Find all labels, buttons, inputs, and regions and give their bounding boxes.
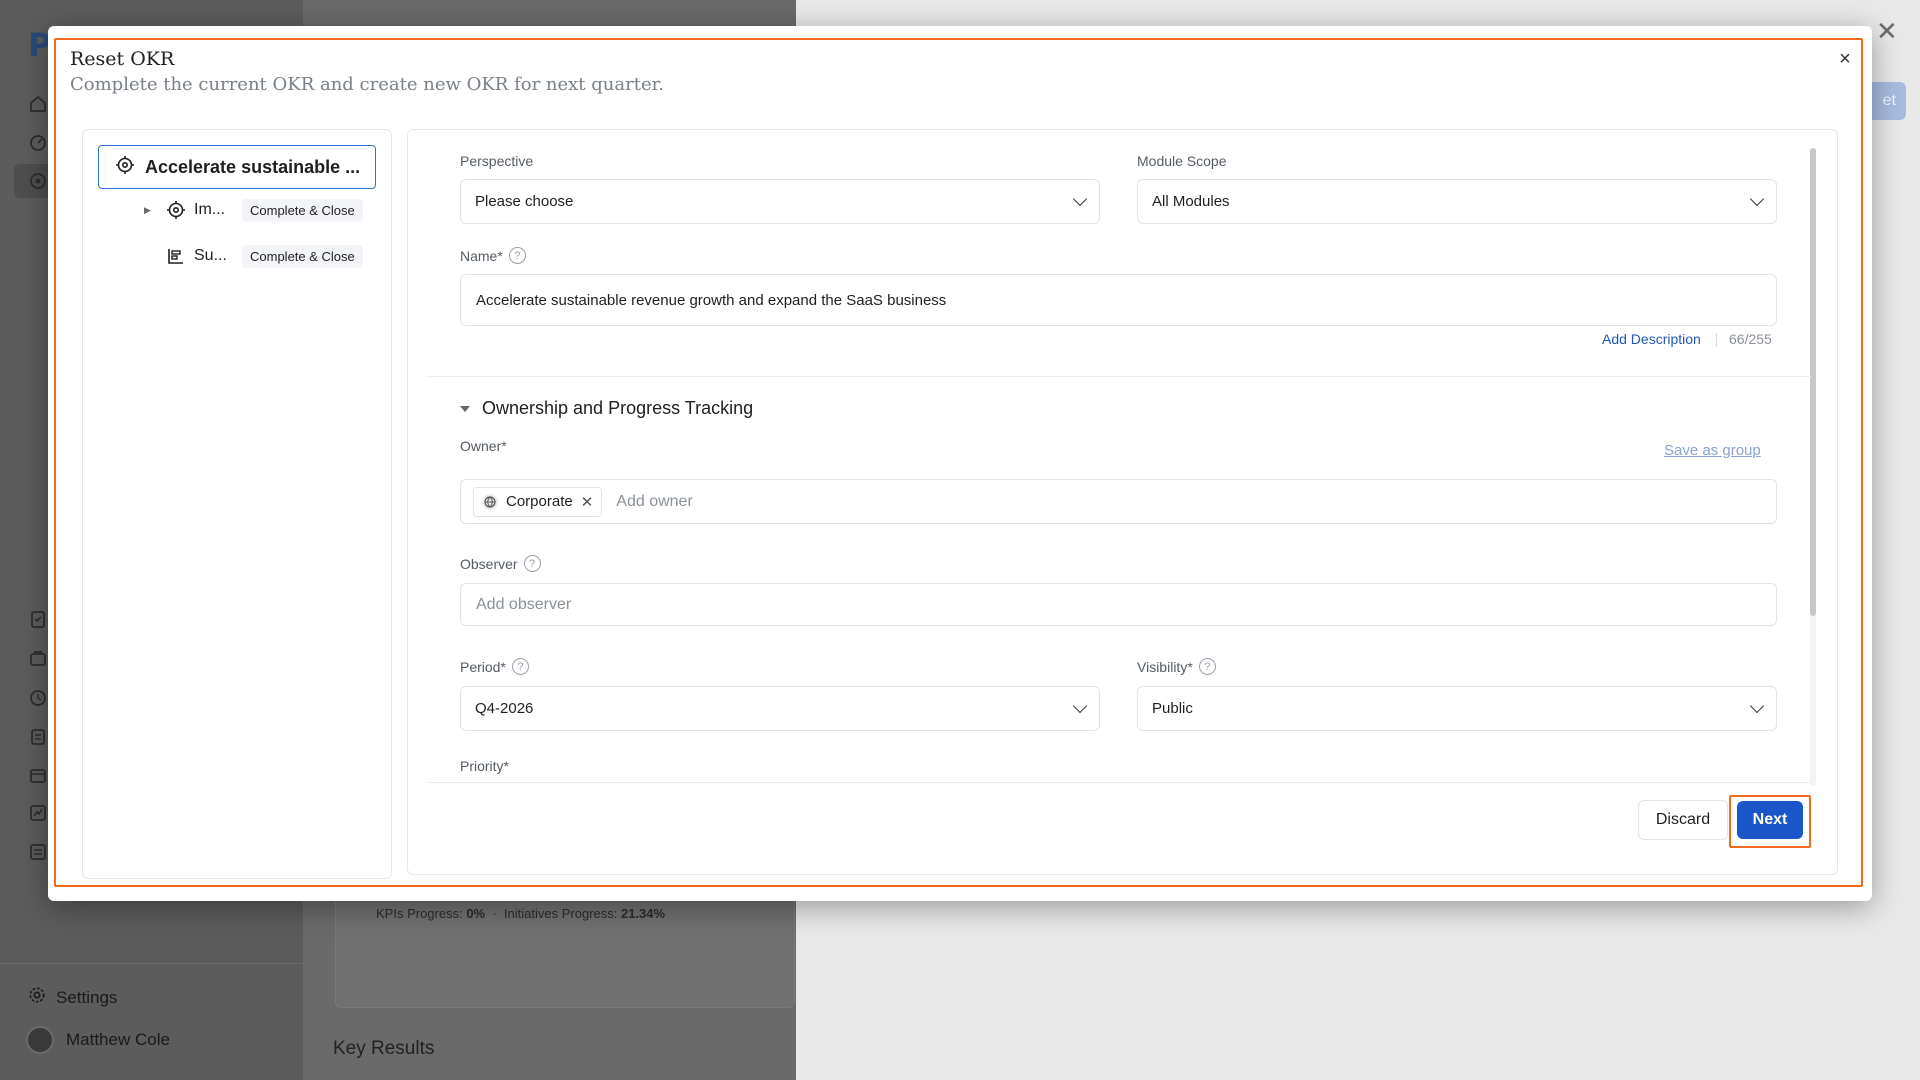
dashboard-icon[interactable] xyxy=(28,132,48,152)
analytics-icon[interactable] xyxy=(28,803,48,823)
visibility-value: Public xyxy=(1152,700,1193,717)
tree-child-item[interactable]: ▶ Su... Complete & Close xyxy=(144,242,363,270)
tree-child-item[interactable]: ▶ Im... Complete & Close xyxy=(144,196,363,224)
name-value: Accelerate sustainable revenue growth an… xyxy=(476,291,947,309)
perspective-value: Please choose xyxy=(475,193,574,210)
next-button[interactable]: Next xyxy=(1737,801,1803,839)
help-icon[interactable]: ? xyxy=(511,658,529,675)
avatar xyxy=(26,1026,54,1054)
visibility-select[interactable]: Public xyxy=(1137,686,1777,731)
name-label: Name* ? xyxy=(460,247,526,264)
chevron-down-icon xyxy=(1749,191,1765,207)
period-select[interactable]: Q4-2026 xyxy=(460,686,1100,731)
owner-placeholder: Add owner xyxy=(616,492,693,510)
owner-chip: Corporate ✕ xyxy=(473,486,603,517)
perspective-select[interactable]: Please choose xyxy=(460,179,1100,224)
sidebar-settings[interactable]: Settings xyxy=(28,986,117,1009)
sidebar-user[interactable]: Matthew Cole xyxy=(26,1026,170,1054)
user-name: Matthew Cole xyxy=(66,1030,170,1049)
module-scope-value: All Modules xyxy=(1152,193,1230,210)
sidebar-divider xyxy=(0,963,303,964)
complete-close-tag[interactable]: Complete & Close xyxy=(242,244,363,268)
save-as-group-link[interactable]: Save as group xyxy=(1664,442,1761,459)
name-input[interactable]: Accelerate sustainable revenue growth an… xyxy=(460,274,1777,326)
remove-chip-icon[interactable]: ✕ xyxy=(581,493,594,511)
modal-title: Reset OKR xyxy=(70,48,175,70)
target-icon xyxy=(115,155,135,180)
caret-right-icon[interactable]: ▶ xyxy=(144,205,154,216)
owner-label: Owner* xyxy=(460,438,507,454)
chart-list-icon xyxy=(166,246,186,266)
home-icon[interactable] xyxy=(28,94,48,114)
module-scope-label: Module Scope xyxy=(1137,153,1227,169)
modal-close-icon[interactable]: × xyxy=(1834,48,1856,70)
list-icon[interactable] xyxy=(28,842,48,862)
section-divider xyxy=(426,376,1811,377)
scrollbar-thumb[interactable] xyxy=(1810,148,1816,616)
owner-input[interactable]: Corporate ✕ Add owner xyxy=(460,479,1777,524)
tree-root-label: Accelerate sustainable ... xyxy=(145,156,361,177)
tree-root-item[interactable]: Accelerate sustainable ... xyxy=(98,145,376,189)
period-value: Q4-2026 xyxy=(475,700,534,717)
briefcase-icon[interactable] xyxy=(28,648,48,668)
progress-summary: KPIs Progress: 0% · Initiatives Progress… xyxy=(376,906,666,921)
target-icon xyxy=(166,200,186,220)
drawer-close-icon[interactable]: ✕ xyxy=(1876,16,1898,47)
calendar-icon[interactable] xyxy=(28,765,48,785)
settings-label: Settings xyxy=(56,987,118,1007)
ownership-section-header[interactable]: Ownership and Progress Tracking xyxy=(460,398,753,419)
name-char-counter: 66/255 xyxy=(1729,331,1772,347)
chevron-down-icon xyxy=(1749,698,1765,714)
target-nav-icon[interactable] xyxy=(28,171,48,191)
owner-chip-label: Corporate xyxy=(506,493,573,510)
discard-button[interactable]: Discard xyxy=(1638,800,1728,840)
tree-child-label: Su... xyxy=(194,247,227,264)
observer-placeholder: Add observer xyxy=(476,595,572,613)
chevron-down-icon xyxy=(1072,698,1088,714)
counter-divider xyxy=(1716,333,1717,347)
checklist-icon[interactable] xyxy=(28,609,48,629)
tree-child-label: Im... xyxy=(194,201,226,218)
chevron-down-icon xyxy=(1072,191,1088,207)
module-scope-select[interactable]: All Modules xyxy=(1137,179,1777,224)
gear-icon xyxy=(28,986,46,1009)
help-icon[interactable]: ? xyxy=(523,555,541,572)
visibility-label: Visibility* ? xyxy=(1137,658,1216,675)
collapse-caret-icon xyxy=(460,405,470,412)
complete-close-tag[interactable]: Complete & Close xyxy=(242,198,363,222)
clock-icon[interactable] xyxy=(28,687,48,707)
section-title: Ownership and Progress Tracking xyxy=(482,398,754,418)
key-results-heading: Key Results xyxy=(333,1038,435,1059)
observer-input[interactable]: Add observer xyxy=(460,583,1777,626)
perspective-label: Perspective xyxy=(460,153,534,169)
observer-label: Observer ? xyxy=(460,555,541,572)
help-icon[interactable]: ? xyxy=(1198,658,1216,675)
modal-subtitle: Complete the current OKR and create new … xyxy=(70,74,664,95)
help-icon[interactable]: ? xyxy=(508,247,526,264)
priority-label: Priority* xyxy=(460,758,510,774)
globe-icon xyxy=(482,493,498,510)
clipboard-icon[interactable] xyxy=(28,726,48,746)
form-footer-divider xyxy=(426,782,1811,783)
period-label: Period* ? xyxy=(460,658,529,675)
add-description-link[interactable]: Add Description xyxy=(1602,331,1701,347)
